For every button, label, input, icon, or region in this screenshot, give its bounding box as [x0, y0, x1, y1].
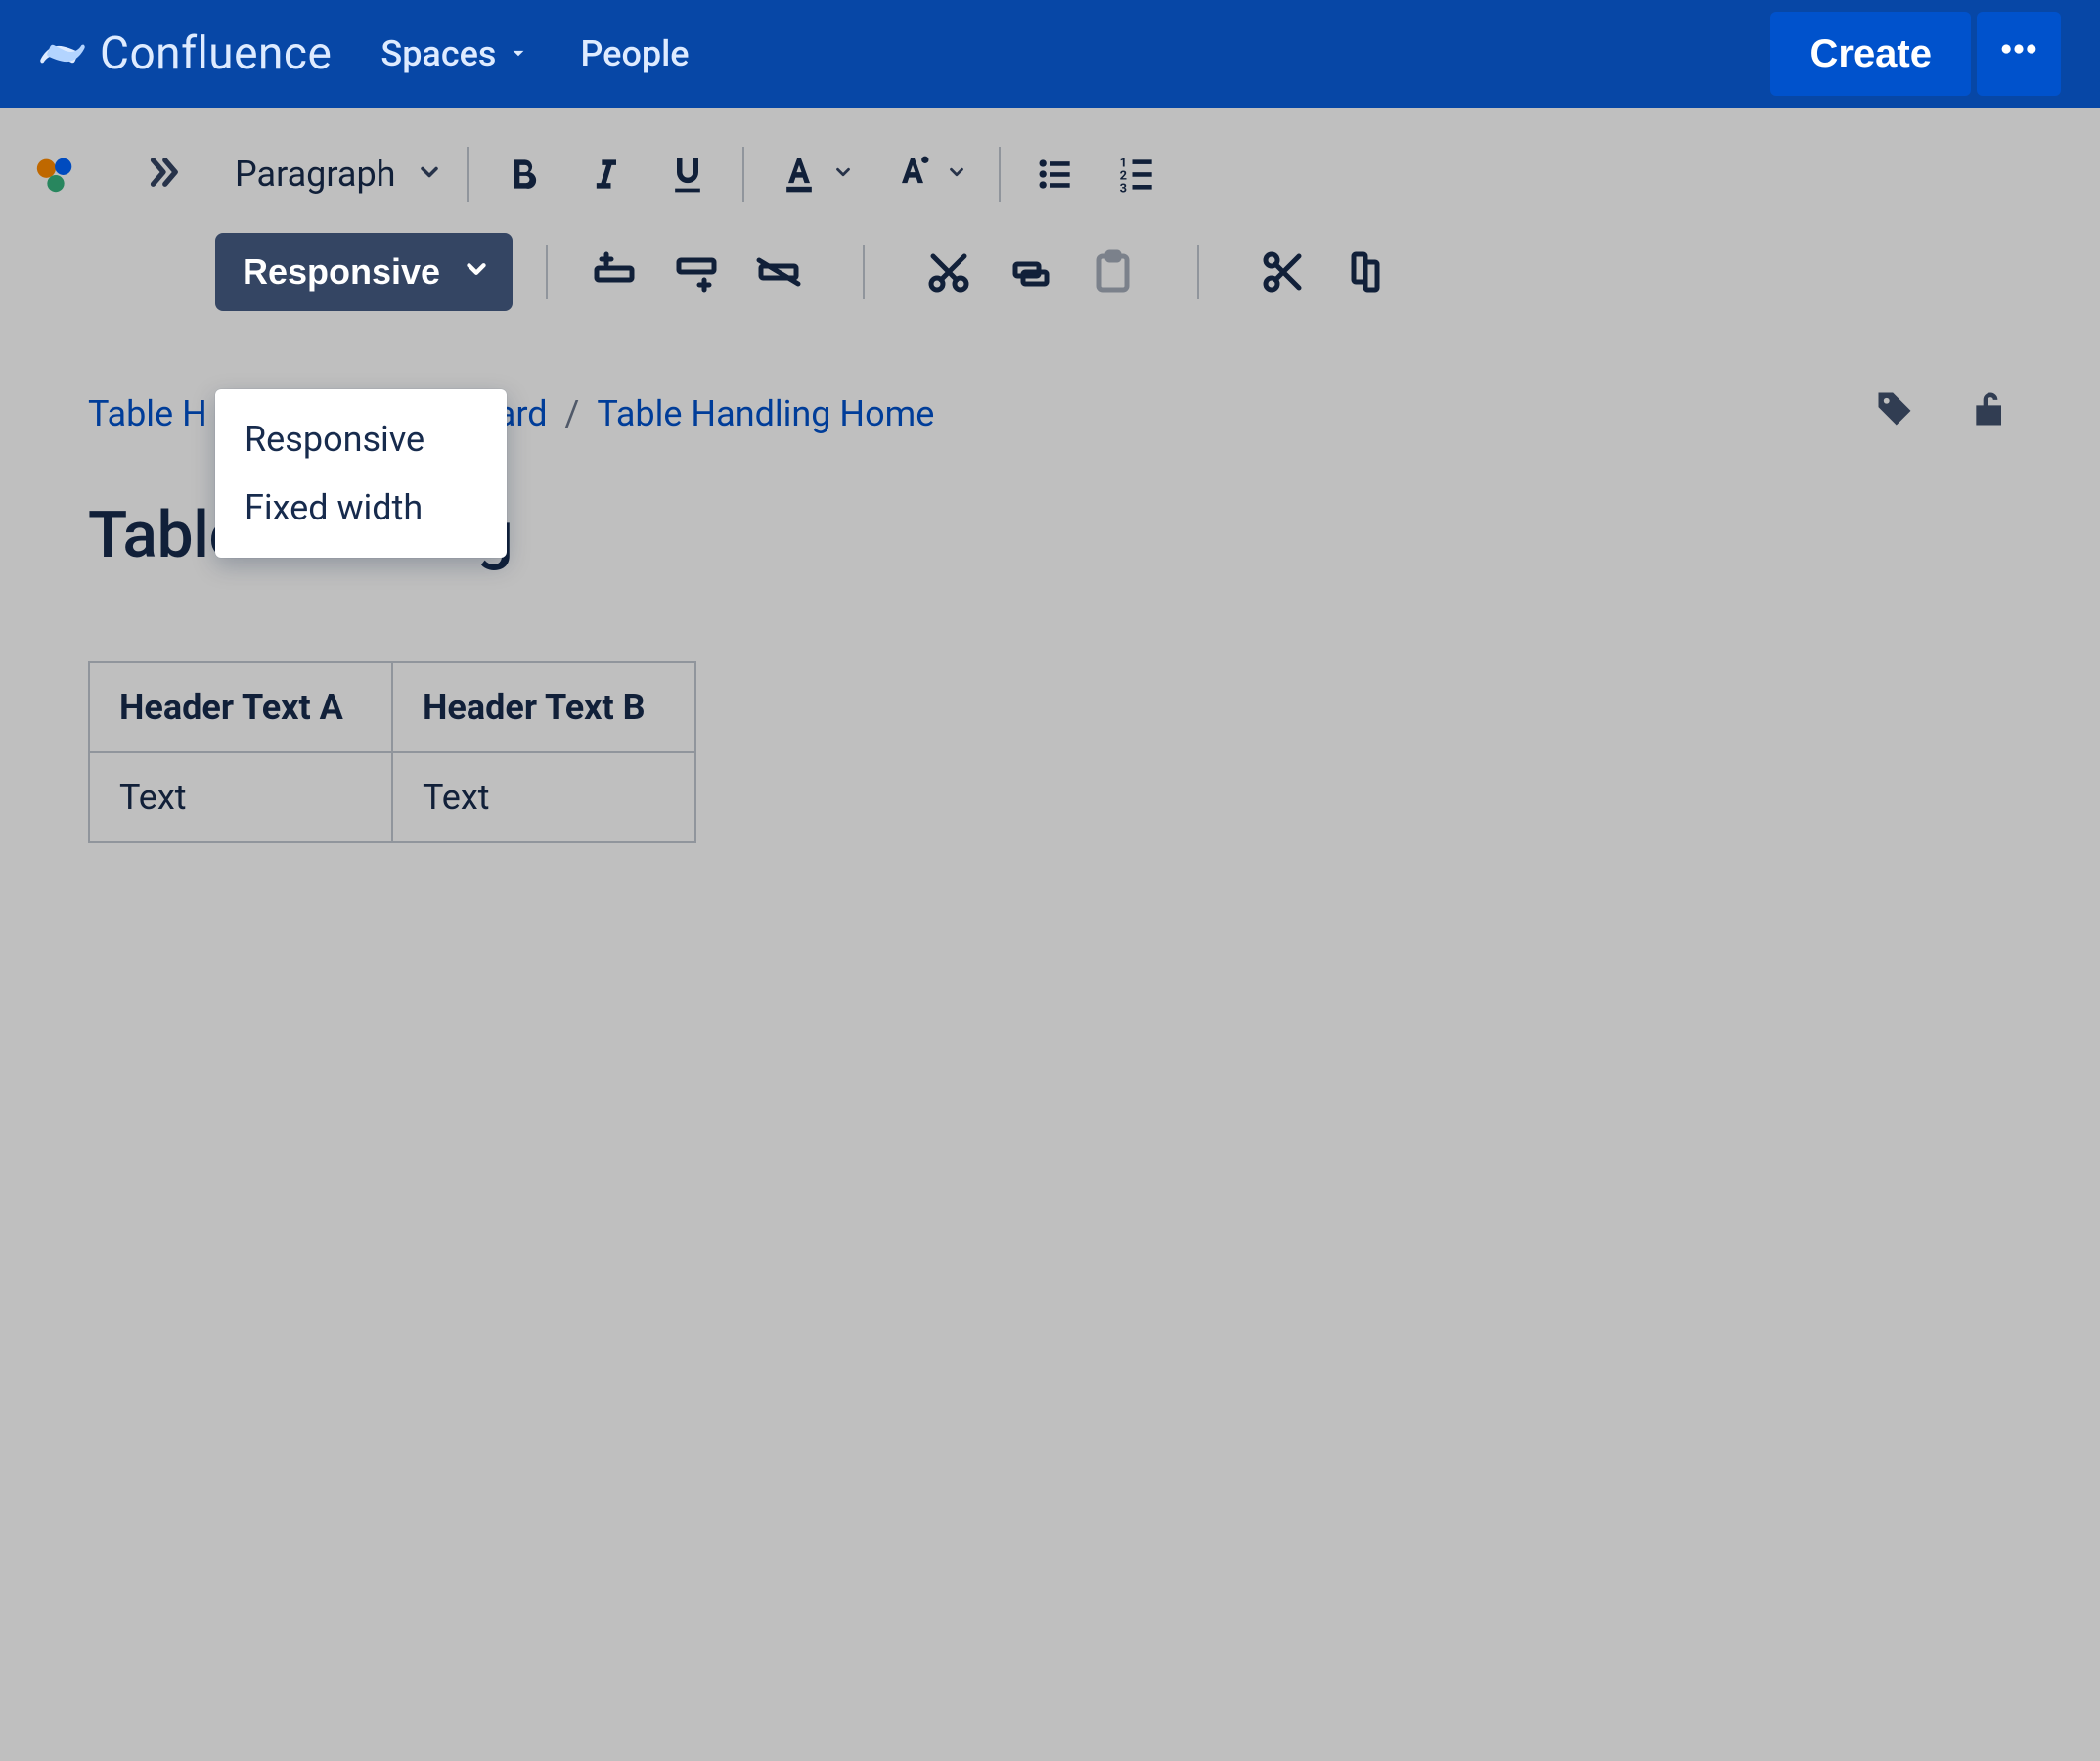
table-header-cell[interactable]: Header Text A [89, 662, 392, 752]
delete-row-icon[interactable] [755, 248, 802, 295]
product-name: Confluence [100, 27, 332, 80]
create-button-label: Create [1810, 32, 1932, 76]
top-navigation: Confluence Spaces People Create [0, 0, 2100, 108]
bold-icon[interactable] [500, 151, 547, 198]
space-avatar-icon[interactable] [33, 152, 78, 197]
product-logo[interactable]: Confluence [39, 27, 332, 80]
toolbar-separator [999, 147, 1001, 202]
cut-row-icon[interactable] [925, 248, 972, 295]
more-horizontal-icon [1997, 27, 2040, 80]
insert-row-before-icon[interactable] [591, 248, 638, 295]
breadcrumb-item[interactable]: Table Handling Home [597, 393, 934, 434]
copy-column-icon[interactable] [1342, 248, 1389, 295]
paragraph-style-label: Paragraph [235, 154, 396, 195]
chevron-down-icon [832, 161, 854, 187]
breadcrumb-separator: / [565, 393, 580, 434]
text-color-icon [776, 151, 823, 198]
expand-sidebar-icon[interactable] [143, 152, 184, 197]
chevron-down-icon [462, 251, 491, 293]
cut-column-icon[interactable] [1260, 248, 1307, 295]
table-row: Text Text [89, 752, 695, 842]
content-table[interactable]: Header Text A Header Text B Text Text [88, 661, 696, 843]
create-button[interactable]: Create [1770, 12, 1971, 96]
dropdown-option-fixed-width[interactable]: Fixed width [215, 474, 507, 542]
text-more-format-button[interactable] [889, 151, 967, 198]
toolbar-separator [467, 147, 469, 202]
nav-people-label: People [580, 33, 689, 74]
editor-region: Paragraph [0, 108, 2100, 1761]
nav-spaces-label: Spaces [380, 33, 496, 74]
toolbar-separator [546, 245, 548, 299]
table-cell[interactable]: Text [392, 752, 695, 842]
toolbar-separator [742, 147, 744, 202]
table-cell[interactable]: Text [89, 752, 392, 842]
table-header-cell[interactable]: Header Text B [392, 662, 695, 752]
paste-row-icon[interactable] [1090, 248, 1137, 295]
table-width-mode-label: Responsive [243, 251, 440, 293]
more-menu-button[interactable] [1977, 12, 2061, 96]
underline-icon[interactable] [664, 151, 711, 198]
numbered-list-icon[interactable]: 123 [1114, 151, 1161, 198]
bullet-list-icon[interactable] [1032, 151, 1079, 198]
insert-row-after-icon[interactable] [673, 248, 720, 295]
copy-row-icon[interactable] [1007, 248, 1054, 295]
toolbar-separator [1197, 245, 1199, 299]
table-header-row: Header Text A Header Text B [89, 662, 695, 752]
table-width-mode-button[interactable]: Responsive [215, 233, 513, 311]
confluence-icon [39, 30, 86, 77]
chevron-down-icon [506, 33, 531, 74]
paragraph-style-dropdown[interactable]: Paragraph [215, 154, 463, 195]
chevron-down-icon [416, 154, 443, 195]
table-width-mode-dropdown: Responsive Fixed width [215, 389, 507, 558]
nav-people[interactable]: People [580, 33, 689, 74]
italic-icon[interactable] [582, 151, 629, 198]
nav-spaces[interactable]: Spaces [380, 33, 531, 74]
svg-text:3: 3 [1119, 181, 1126, 196]
text-color-button[interactable] [776, 151, 854, 198]
toolbar-separator [863, 245, 865, 299]
more-formatting-icon [889, 151, 936, 198]
editor-toolbar: Paragraph [0, 108, 2100, 319]
dropdown-option-responsive[interactable]: Responsive [215, 405, 507, 474]
breadcrumb-item[interactable]: Table H [88, 393, 207, 434]
chevron-down-icon [946, 161, 967, 187]
restrictions-unlocked-icon[interactable] [1969, 387, 2012, 439]
labels-icon[interactable] [1873, 387, 1916, 439]
